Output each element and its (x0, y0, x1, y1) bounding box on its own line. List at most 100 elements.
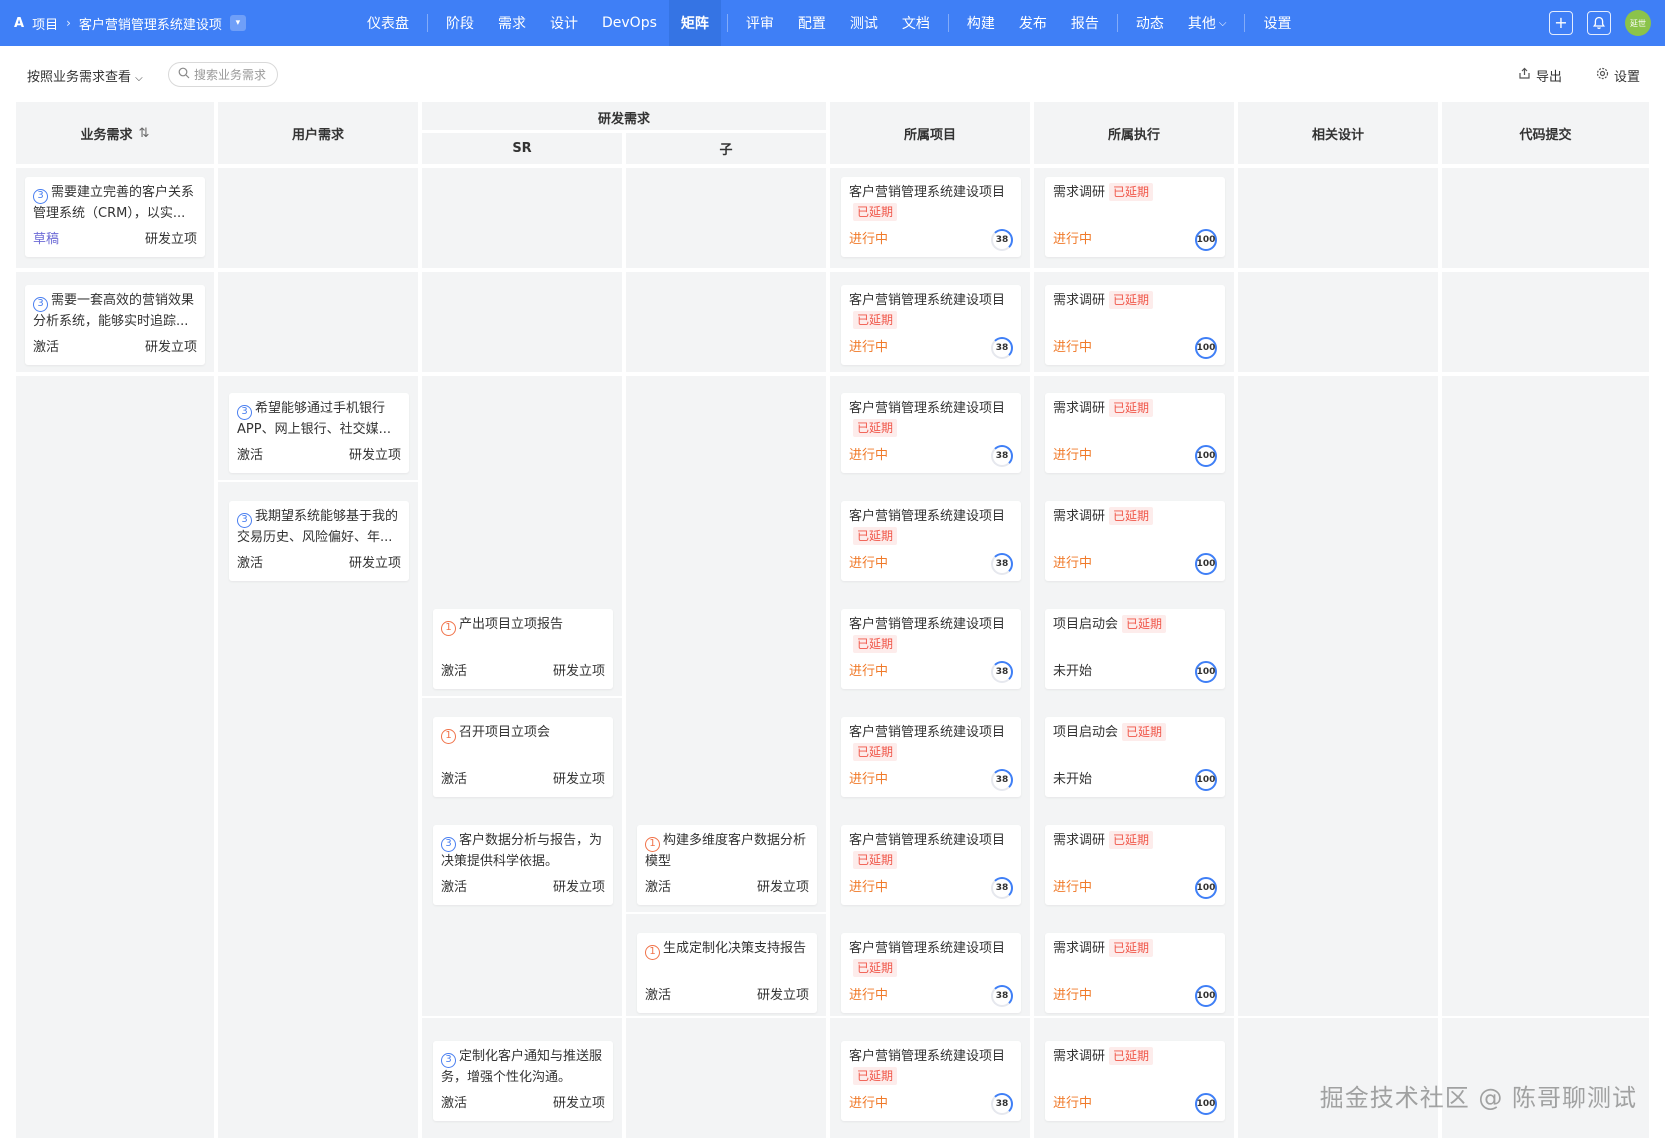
chevron-down-icon[interactable]: ▾ (229, 15, 246, 31)
nav-item-build[interactable]: 构建 (955, 0, 1007, 46)
card-title: 需要建立完善的客户关系管理系统（CRM），以实... (33, 185, 195, 221)
nav-item-docs[interactable]: 文档 (890, 0, 942, 46)
priority-badge: 1 (441, 728, 456, 744)
card-title: 项目启动会 (1053, 725, 1119, 740)
stage-label: 研发立项 (144, 340, 197, 355)
exec-card[interactable]: 需求调研 已延期 进行中 100 (1045, 177, 1225, 257)
project-card[interactable]: 客户营销管理系统建设项目已延期 进行中 38 (841, 393, 1021, 473)
exec-card[interactable]: 需求调研 已延期 进行中 100 (1045, 933, 1225, 1013)
status-text: 进行中 (1053, 988, 1093, 1003)
search-input[interactable]: 搜索业务需求 (168, 62, 278, 87)
card-title-wrap: 需求调研 已延期 (1053, 291, 1217, 311)
overdue-badge: 已延期 (853, 851, 898, 869)
progress-ring: 100 (1195, 985, 1217, 1007)
nav-item-matrix[interactable]: 矩阵 (668, 0, 721, 46)
project-card[interactable]: 客户营销管理系统建设项目已延期 进行中 38 (841, 609, 1021, 689)
card-title-wrap: 需求调研 已延期 (1053, 939, 1217, 959)
nav-item-test[interactable]: 测试 (838, 0, 890, 46)
nav-item-activity[interactable]: 动态 (1124, 0, 1176, 46)
card-footer: 激活 研发立项 (237, 444, 401, 463)
exec-card[interactable]: 需求调研 已延期 进行中 100 (1045, 1041, 1225, 1121)
project-card[interactable]: 客户营销管理系统建设项目已延期 进行中 38 (841, 501, 1021, 581)
card-title-wrap: 客户营销管理系统建设项目已延期 (849, 507, 1013, 547)
status-text: 进行中 (1053, 232, 1093, 247)
project-card[interactable]: 客户营销管理系统建设项目已延期 进行中 38 (841, 285, 1021, 365)
progress-ring: 100 (1195, 553, 1217, 575)
project-card[interactable]: 客户营销管理系统建设项目已延期 进行中 38 (841, 177, 1021, 257)
exec-card[interactable]: 需求调研 已延期 进行中 100 (1045, 285, 1225, 365)
exec-card[interactable]: 项目启动会 已延期 未开始 100 (1045, 609, 1225, 689)
sr-card[interactable]: 1 召开项目立项会 激活 研发立项 (433, 717, 613, 797)
breadcrumb-project-name[interactable]: 客户营销管理系统建设项 (79, 14, 222, 33)
plus-icon[interactable]: + (1549, 11, 1573, 35)
exec-card[interactable]: 需求调研 已延期 进行中 100 (1045, 393, 1225, 473)
column-user (218, 102, 418, 1138)
business-card[interactable]: 3 需要建立完善的客户关系管理系统（CRM），以实... 草稿 研发立项 (25, 177, 205, 257)
status-text: 进行中 (1053, 1096, 1093, 1111)
status-text: 进行中 (1053, 880, 1093, 895)
nav-item-design[interactable]: 设计 (538, 0, 590, 46)
nav-item-requirement[interactable]: 需求 (486, 0, 538, 46)
sort-icon[interactable]: ⇅ (139, 126, 150, 141)
card-title: 客户营销管理系统建设项目 (849, 1049, 1006, 1064)
status-text: 进行中 (849, 232, 889, 247)
nav-item-config[interactable]: 配置 (786, 0, 838, 46)
card-title-wrap: 1 召开项目立项会 (441, 723, 605, 765)
divider (16, 372, 1649, 376)
status-badge: 草稿 (33, 232, 60, 247)
exec-card[interactable]: 需求调研 已延期 进行中 100 (1045, 825, 1225, 905)
project-card[interactable]: 客户营销管理系统建设项目已延期 进行中 38 (841, 1041, 1021, 1121)
nav-item-settings[interactable]: 设置 (1251, 0, 1303, 46)
project-card[interactable]: 客户营销管理系统建设项目已延期 进行中 38 (841, 825, 1021, 905)
card-title: 我期望系统能够基于我的交易历史、风险偏好、年... (237, 509, 399, 545)
user-card[interactable]: 3 希望能够通过手机银行APP、网上银行、社交媒... 激活 研发立项 (229, 393, 409, 473)
nav-item-review[interactable]: 评审 (734, 0, 786, 46)
exec-card[interactable]: 项目启动会 已延期 未开始 100 (1045, 717, 1225, 797)
nav-item-stage[interactable]: 阶段 (434, 0, 486, 46)
app-logo-icon[interactable]: A (14, 16, 24, 31)
card-footer: 激活 研发立项 (33, 336, 197, 355)
export-button[interactable]: 导出 (1518, 66, 1562, 85)
exec-card[interactable]: 需求调研 已延期 进行中 100 (1045, 501, 1225, 581)
chevron-down-icon: ⌵ (1218, 17, 1227, 29)
project-card[interactable]: 客户营销管理系统建设项目已延期 进行中 38 (841, 717, 1021, 797)
card-title-wrap: 需求调研 已延期 (1053, 399, 1217, 419)
breadcrumb-project[interactable]: 项目 (32, 14, 58, 33)
sr-card[interactable]: 3 客户数据分析与报告，为决策提供科学依据。 激活 研发立项 (433, 825, 613, 905)
business-card[interactable]: 3 需要一套高效的营销效果分析系统，能够实时追踪... 激活 研发立项 (25, 285, 205, 365)
bell-icon[interactable] (1587, 11, 1611, 35)
nav-item-dashboard[interactable]: 仪表盘 (355, 0, 421, 46)
header-code: 代码提交 (1519, 127, 1572, 143)
sub-card[interactable]: 1 生成定制化决策支持报告 激活 研发立项 (637, 933, 817, 1013)
sr-card[interactable]: 3 定制化客户通知与推送服务，增强个性化沟通。 激活 研发立项 (433, 1041, 613, 1121)
sr-card[interactable]: 1 产出项目立项报告 激活 研发立项 (433, 609, 613, 689)
status-text: 进行中 (849, 340, 889, 355)
overdue-badge: 已延期 (1109, 399, 1154, 417)
overdue-badge: 已延期 (853, 743, 898, 761)
project-card[interactable]: 客户营销管理系统建设项目已延期 进行中 38 (841, 933, 1021, 1013)
card-title: 需求调研 (1053, 401, 1106, 416)
nav-item-more[interactable]: 其他 ⌵ (1176, 0, 1239, 46)
status-text: 未开始 (1053, 772, 1093, 787)
card-title-wrap: 需求调研 已延期 (1053, 507, 1217, 527)
nav-item-release[interactable]: 发布 (1007, 0, 1059, 46)
settings-button[interactable]: 设置 (1596, 66, 1640, 85)
overdue-badge: 已延期 (853, 1067, 898, 1085)
user-card[interactable]: 3 我期望系统能够基于我的交易历史、风险偏好、年... 激活 研发立项 (229, 501, 409, 581)
chevron-right-icon: › (66, 16, 71, 30)
avatar[interactable]: 延世 (1625, 10, 1651, 36)
view-selector[interactable]: 按照业务需求查看 ⌵ (27, 66, 143, 85)
header-business[interactable]: 业务需求 ⇅ (16, 102, 214, 164)
divider (1116, 14, 1118, 32)
nav-item-report[interactable]: 报告 (1059, 0, 1111, 46)
card-title-wrap: 客户营销管理系统建设项目已延期 (849, 615, 1013, 655)
nav-item-devops[interactable]: DevOps (590, 0, 669, 46)
card-title-wrap: 项目启动会 已延期 (1053, 615, 1217, 635)
overdue-badge: 已延期 (853, 419, 898, 437)
search-icon (178, 67, 190, 82)
card-title: 需求调研 (1053, 293, 1106, 308)
sub-card[interactable]: 1 构建多维度客户数据分析模型 激活 研发立项 (637, 825, 817, 905)
header-business-label: 业务需求 (80, 127, 133, 143)
priority-badge: 1 (441, 620, 456, 636)
divider (422, 130, 826, 133)
